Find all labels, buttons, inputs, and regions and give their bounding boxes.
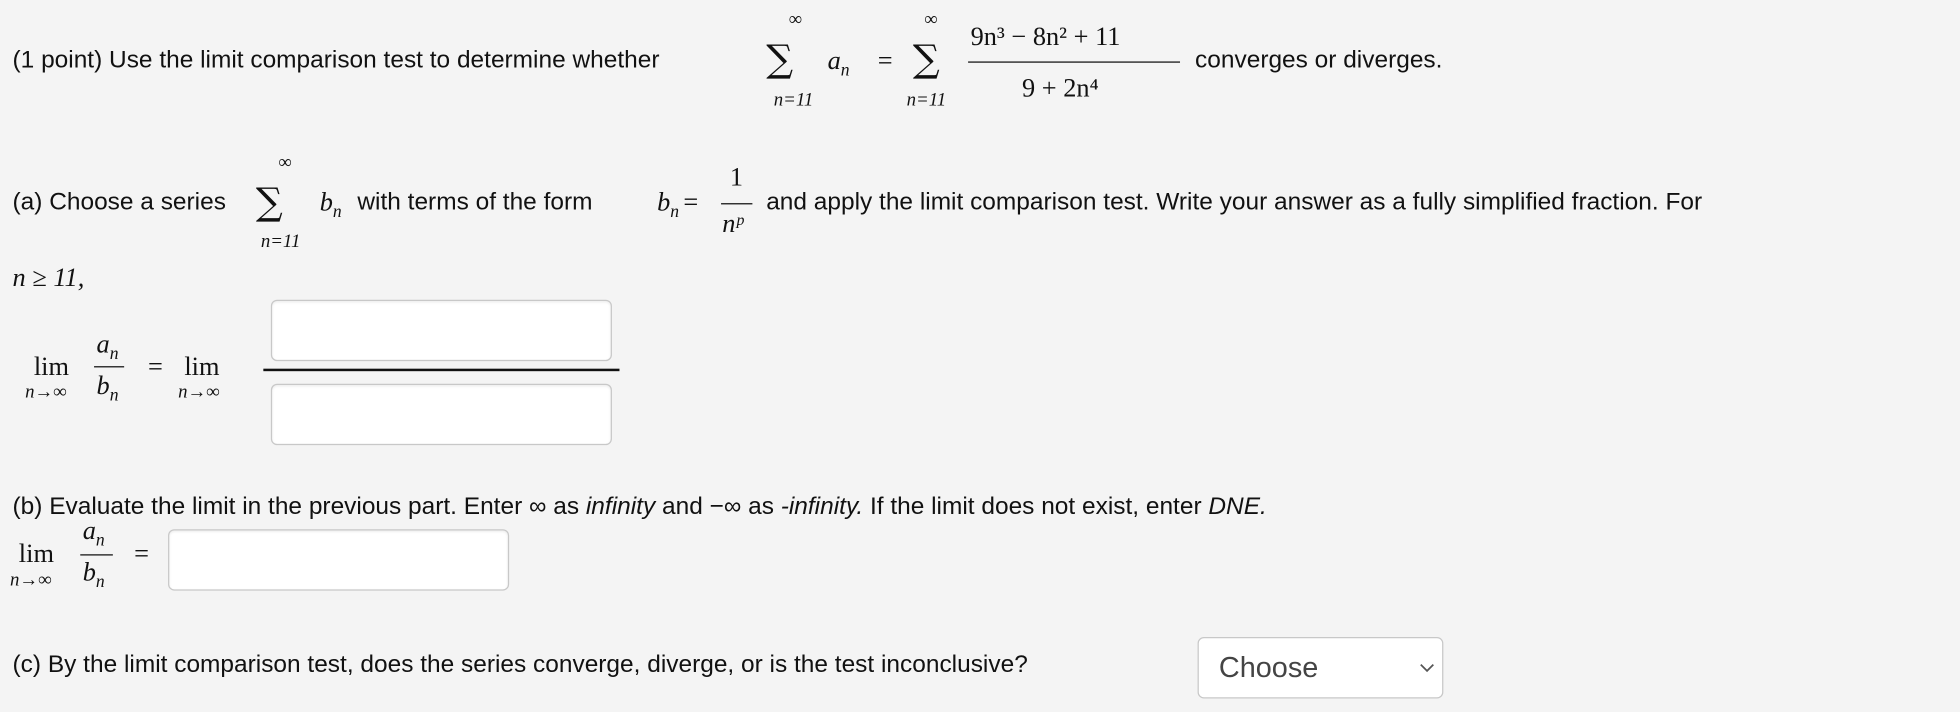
a-symbol: a	[82, 515, 96, 546]
intro-suffix: converges or diverges.	[1195, 46, 1443, 74]
fraction-bar	[968, 61, 1181, 64]
a-n: an	[828, 45, 850, 82]
lim-sub: n→∞	[25, 382, 67, 403]
sub-n: n	[95, 531, 105, 551]
sub-n: n	[840, 61, 850, 81]
lim-label: lim	[33, 351, 69, 382]
form-denominator: nᵖ	[722, 208, 743, 239]
b-symbol: b	[82, 556, 96, 587]
sum-lower-3: n=11	[260, 231, 301, 253]
denominator-input[interactable]	[270, 383, 612, 446]
text: DNE.	[1208, 492, 1267, 521]
sub-n: n	[109, 386, 119, 406]
lim-sub-3: n→∞	[10, 570, 52, 591]
text: If the limit does not exist, enter	[863, 492, 1209, 521]
sum-lower: n=11	[773, 90, 814, 111]
equals-sign: =	[683, 186, 699, 217]
lim-label-3: lim	[18, 537, 54, 569]
numerator-input[interactable]	[270, 299, 612, 362]
b-symbol: b	[319, 186, 333, 217]
sum-upper: ∞	[788, 10, 803, 31]
sigma-icon-2: ∑	[912, 37, 940, 82]
a-symbol: a	[96, 328, 110, 359]
form-numerator: 1	[729, 161, 743, 192]
sum-upper-3: ∞	[278, 152, 292, 174]
sub-n: n	[109, 345, 119, 364]
lim-label-2: lim	[184, 351, 220, 382]
fraction-denominator: 9 + 2n⁴	[1022, 72, 1099, 103]
fraction-bar	[94, 366, 125, 368]
sum-upper-2: ∞	[924, 10, 938, 31]
b-symbol: b	[96, 369, 110, 401]
sub-n: n	[95, 573, 105, 593]
converge-diverge-select[interactable]: Choose	[1197, 637, 1444, 699]
condition: n ≥ 11,	[12, 262, 85, 293]
part-b-instructions: (b) Evaluate the limit in the previous p…	[13, 493, 1267, 522]
b-symbol: b	[657, 186, 671, 217]
b-n: bn	[320, 187, 342, 224]
part-c-question: (c) By the limit comparison test, does t…	[12, 650, 1028, 679]
part-a-middle: with terms of the form	[357, 188, 593, 216]
sigma-icon: ∑	[766, 37, 794, 82]
select-value: Choose	[1218, 650, 1319, 684]
a-n-frac: an	[97, 329, 119, 366]
b-n-frac: bn	[97, 370, 119, 407]
fraction-bar	[721, 203, 753, 205]
sum-lower-2: n=11	[906, 90, 947, 111]
intro-prefix: (1 point) Use the limit comparison test …	[12, 46, 660, 74]
part-a-suffix: and apply the limit comparison test. Wri…	[766, 188, 1703, 216]
equals-sign: =	[147, 351, 163, 382]
lim-sub-2: n→∞	[178, 382, 220, 403]
fraction-bar	[80, 554, 113, 556]
a-n-frac: an	[83, 515, 105, 552]
b-n-2: bn	[657, 187, 679, 224]
sigma-icon-3: ∑	[255, 180, 283, 225]
chevron-down-icon	[1420, 663, 1434, 673]
fraction-bar-inputs	[263, 368, 620, 372]
equals-sign: =	[877, 45, 893, 76]
text: -infinity.	[780, 492, 864, 521]
sub-n: n	[670, 203, 680, 223]
a-symbol: a	[827, 45, 841, 76]
part-a-prefix: (a) Choose a series	[12, 188, 226, 216]
b-n-frac: bn	[83, 557, 105, 594]
sub-n: n	[332, 203, 342, 223]
text: and −∞ as	[655, 492, 781, 521]
fraction-numerator: 9n³ − 8n² + 11	[970, 21, 1121, 52]
equals-sign: =	[134, 537, 150, 569]
text: infinity	[585, 492, 656, 521]
limit-answer-input[interactable]	[168, 529, 510, 591]
problem-page: (1 point) Use the limit comparison test …	[0, 0, 1960, 712]
